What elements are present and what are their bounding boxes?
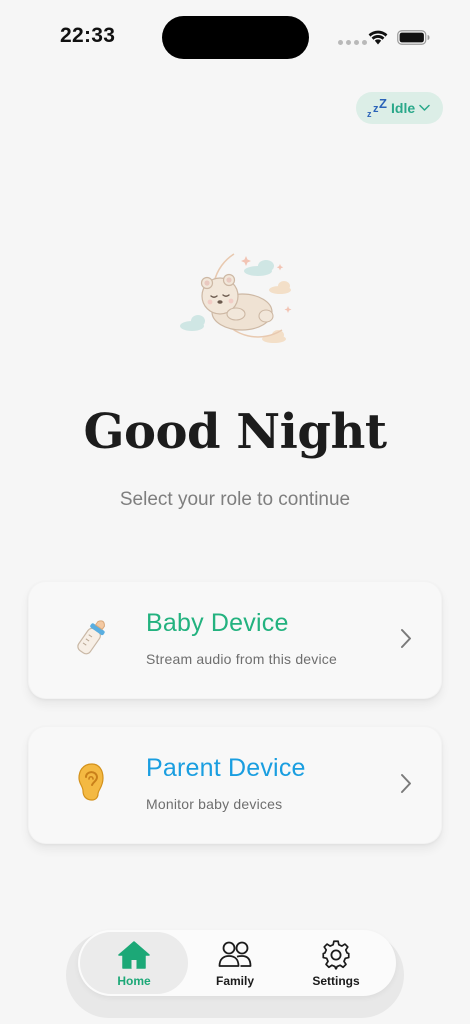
tab-home-label: Home bbox=[117, 974, 151, 988]
status-pill-label: Idle bbox=[391, 100, 416, 116]
parent-device-description: Monitor baby devices bbox=[146, 796, 283, 812]
tab-family-label: Family bbox=[215, 974, 254, 988]
gear-icon bbox=[322, 940, 350, 970]
status-bar: 22:33 bbox=[0, 0, 470, 76]
svg-text:z: z bbox=[367, 109, 372, 118]
status-pill-dropdown[interactable]: z z Z Idle bbox=[356, 92, 443, 124]
chevron-right-icon bbox=[401, 774, 411, 793]
tab-settings-label: Settings bbox=[312, 974, 360, 988]
baby-device-card[interactable]: Baby Device Stream audio from this devic… bbox=[28, 581, 442, 699]
svg-text:Z: Z bbox=[379, 98, 387, 111]
baby-device-description: Stream audio from this device bbox=[146, 651, 337, 667]
people-icon bbox=[218, 941, 252, 967]
tab-family[interactable]: Family bbox=[181, 932, 289, 994]
home-icon bbox=[118, 941, 150, 969]
dynamic-island bbox=[162, 16, 309, 59]
battery-icon bbox=[397, 30, 430, 45]
signal-dots-icon bbox=[338, 40, 367, 45]
sleep-zz-icon: z z Z bbox=[367, 98, 387, 118]
baby-bottle-icon bbox=[77, 620, 105, 655]
status-time: 22:33 bbox=[60, 24, 116, 47]
parent-device-title: Parent Device bbox=[146, 754, 306, 782]
wifi-icon bbox=[368, 30, 388, 45]
baby-device-title: Baby Device bbox=[146, 609, 289, 637]
tab-home[interactable]: Home bbox=[80, 932, 188, 994]
sleeping-bear-moon-illustration bbox=[180, 253, 292, 343]
page-title: Good Night bbox=[83, 404, 387, 460]
ear-icon bbox=[78, 763, 104, 801]
parent-device-card[interactable]: Parent Device Monitor baby devices bbox=[28, 726, 442, 844]
page-subtitle: Select your role to continue bbox=[119, 489, 351, 510]
tab-settings[interactable]: Settings bbox=[282, 932, 390, 994]
chevron-right-icon bbox=[401, 629, 411, 648]
chevron-down-icon bbox=[419, 104, 430, 111]
